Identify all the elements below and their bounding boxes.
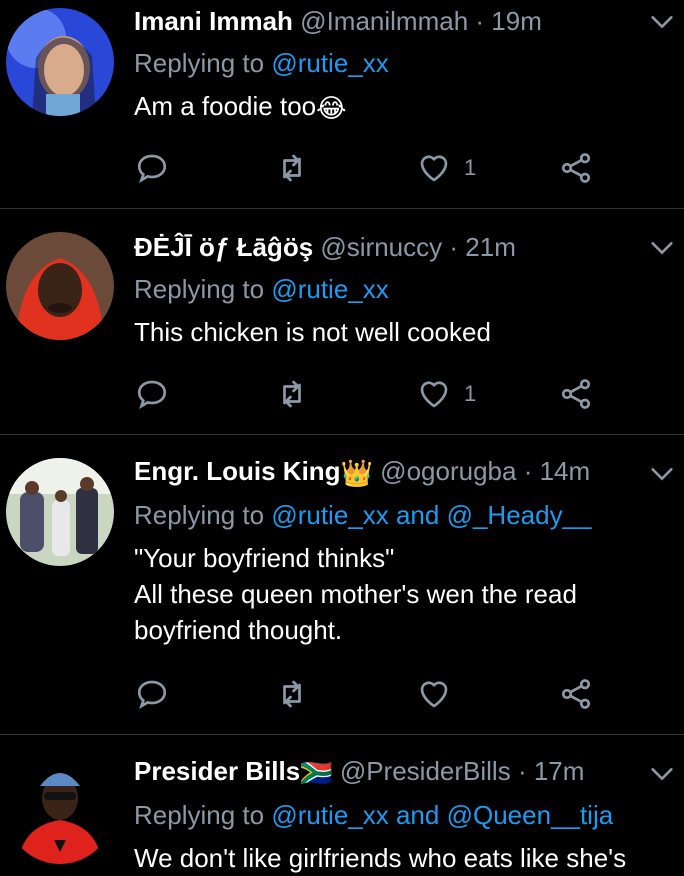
- tears-of-joy-emoji: 😂: [316, 93, 347, 124]
- tweet-text: Am a foodie too😂: [134, 88, 664, 126]
- reply-icon: [137, 680, 167, 709]
- retweet-button[interactable]: [274, 374, 310, 414]
- share-button[interactable]: [558, 374, 594, 414]
- retweet-button[interactable]: [274, 148, 310, 188]
- tweet-header: ĐĖĴĪ öƒ Łāĝöş @sirnuccy · 21m: [134, 230, 664, 264]
- user-handle[interactable]: @PresiderBills: [340, 756, 511, 786]
- display-name[interactable]: Imani Immah: [134, 6, 293, 36]
- caret-down-icon[interactable]: [648, 8, 676, 36]
- tweet-text: We don't like girlfriends who eats like …: [134, 843, 627, 874]
- retweet-button[interactable]: [274, 674, 310, 714]
- south-africa-flag-emoji: 🇿🇦: [300, 758, 333, 789]
- like-button[interactable]: 1: [416, 374, 476, 414]
- avatar[interactable]: [6, 756, 114, 864]
- timestamp[interactable]: 14m: [540, 456, 591, 486]
- avatar[interactable]: [6, 458, 114, 566]
- tweet-header: Imani Immah @Imanilmmah · 19m: [134, 4, 664, 38]
- replying-to: Replying to @rutie_xx and @_Heady__: [134, 498, 664, 532]
- replying-to: Replying to @rutie_xx: [134, 46, 664, 80]
- caret-down-icon[interactable]: [648, 760, 676, 788]
- tweet[interactable]: Engr. Louis King👑 @ogorugba · 14m Replyi…: [0, 434, 684, 735]
- reply-button[interactable]: [134, 148, 170, 188]
- avatar[interactable]: [6, 232, 114, 340]
- tweet-header: Presider Bills🇿🇦 @PresiderBills · 17m: [134, 754, 664, 790]
- timestamp[interactable]: 21m: [465, 232, 516, 262]
- caret-down-icon[interactable]: [648, 234, 676, 262]
- replying-to-label: Replying to: [134, 500, 265, 531]
- retweet-icon: [283, 380, 301, 408]
- display-name[interactable]: ĐĖĴĪ öƒ Łāĝöş: [134, 232, 313, 262]
- tweet[interactable]: ĐĖĴĪ öƒ Łāĝöş @sirnuccy · 21m Replying t…: [0, 208, 684, 435]
- replying-to: Replying to @rutie_xx and @Queen__tija: [134, 798, 664, 832]
- timestamp[interactable]: 17m: [534, 756, 585, 786]
- share-icon: [561, 679, 591, 709]
- tweet-text-line: All these queen mother's wen the read bo…: [134, 579, 577, 646]
- like-icon: [420, 681, 448, 708]
- separator: ·: [449, 232, 459, 262]
- separator: ·: [475, 6, 485, 36]
- tweet-text-line: "Your boyfriend thinks": [134, 543, 395, 574]
- like-icon: [420, 381, 448, 408]
- share-button[interactable]: [558, 674, 594, 714]
- tweet-text: This chicken is not well cooked: [134, 317, 491, 347]
- retweet-icon: [283, 154, 301, 182]
- like-count: 1: [464, 155, 477, 180]
- share-icon: [561, 379, 591, 409]
- caret-down-icon[interactable]: [648, 460, 676, 488]
- mention-link[interactable]: @rutie_xx and @_Heady__: [271, 500, 591, 530]
- tweet[interactable]: Imani Immah @Imanilmmah · 19m Replying t…: [0, 0, 684, 209]
- replying-to: Replying to @rutie_xx: [134, 272, 664, 306]
- mention-link[interactable]: @rutie_xx: [271, 274, 388, 304]
- replying-to-label: Replying to: [134, 274, 265, 304]
- user-handle[interactable]: @Imanilmmah: [300, 6, 468, 36]
- share-button[interactable]: [558, 148, 594, 188]
- avatar[interactable]: [6, 8, 114, 116]
- tweet-text-content: Am a foodie too: [134, 91, 317, 121]
- reply-icon: [137, 154, 167, 183]
- reply-icon: [137, 380, 167, 409]
- tweet-header: Engr. Louis King👑 @ogorugba · 14m: [134, 454, 664, 490]
- separator: ·: [523, 456, 533, 486]
- replying-to-label: Replying to: [134, 48, 265, 78]
- mention-link[interactable]: @rutie_xx: [271, 48, 388, 78]
- replying-to-label: Replying to: [134, 800, 265, 831]
- tweet[interactable]: Presider Bills🇿🇦 @PresiderBills · 17m Re…: [0, 734, 684, 873]
- share-icon: [561, 153, 591, 183]
- mention-link[interactable]: @rutie_xx and @Queen__tija: [271, 800, 613, 830]
- tweet-text: "Your boyfriend thinks" All these queen …: [134, 540, 664, 648]
- display-name[interactable]: Engr. Louis King: [134, 456, 341, 486]
- display-name[interactable]: Presider Bills: [134, 756, 300, 786]
- user-handle[interactable]: @ogorugba: [380, 456, 516, 486]
- like-button[interactable]: 1: [416, 148, 476, 188]
- reply-button[interactable]: [134, 374, 170, 414]
- retweet-icon: [283, 680, 301, 708]
- timestamp[interactable]: 19m: [491, 6, 542, 36]
- reply-button[interactable]: [134, 674, 170, 714]
- like-count: 1: [464, 381, 477, 406]
- crown-emoji: 👑: [340, 458, 373, 489]
- like-icon: [420, 155, 448, 182]
- separator: ·: [517, 756, 527, 786]
- user-handle[interactable]: @sirnuccy: [320, 232, 442, 262]
- like-button[interactable]: [416, 674, 464, 714]
